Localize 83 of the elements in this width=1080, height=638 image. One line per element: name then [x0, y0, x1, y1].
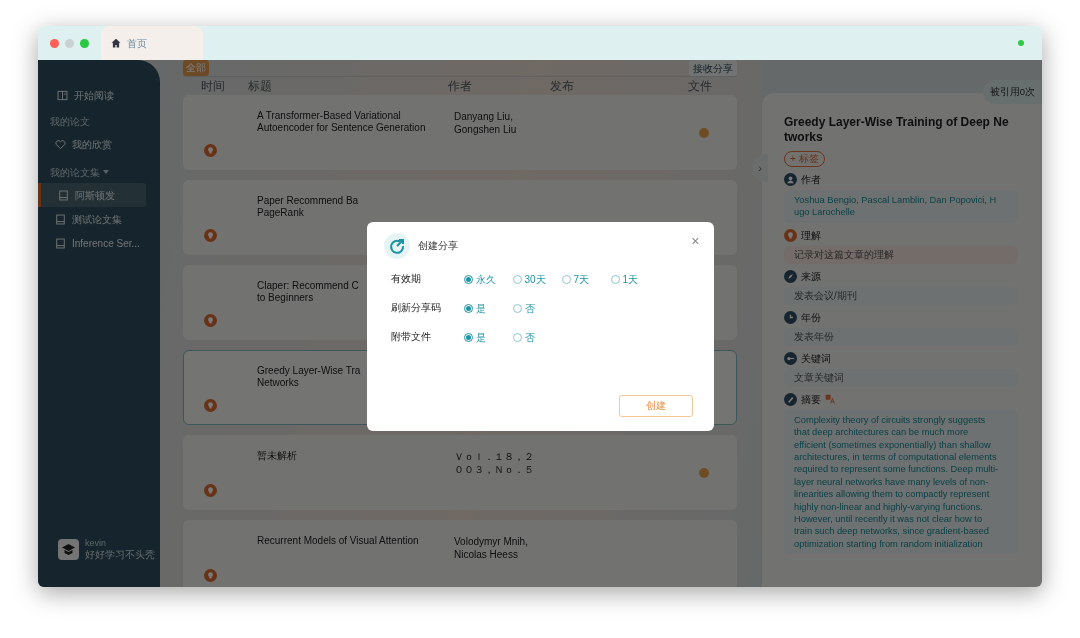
translate-icon[interactable]: [825, 394, 835, 405]
radio-option[interactable]: 否: [512, 301, 562, 316]
lightbulb-icon: [784, 228, 797, 242]
column-header: 作者: [448, 78, 473, 95]
radio-button[interactable]: [512, 333, 522, 342]
radio-option[interactable]: 30天: [512, 272, 562, 287]
sidebar-item[interactable]: 测试论文集: [38, 207, 146, 231]
paper-authors: Danyang Liu, Gongshen Liu: [454, 110, 517, 136]
text-field[interactable]: 发表会议/期刊: [784, 286, 1018, 305]
radio-button[interactable]: [463, 333, 473, 342]
maximize-window-button[interactable]: [80, 38, 89, 48]
dialog-title: 创建分享: [417, 239, 458, 253]
notebook-icon: [55, 213, 66, 225]
field-label: 理解: [801, 228, 821, 243]
receive-share-button[interactable]: 接收分享: [689, 60, 737, 76]
sidebar-item[interactable]: 我的欣赏: [38, 132, 146, 156]
lightbulb-icon[interactable]: [204, 399, 217, 412]
radio-option[interactable]: 否: [512, 330, 562, 345]
paper-card[interactable]: A Transformer-Based Variational Autoencoder for Sentence Generation Danyang Liu, Gongshen Liu: [183, 95, 737, 170]
book-icon: [57, 89, 68, 101]
sidebar-item[interactable]: Inference Ser...: [38, 231, 146, 255]
radio-option[interactable]: 是: [463, 330, 513, 345]
person-icon: [784, 173, 797, 186]
paper-title: Greedy Layer-Wise Training of Deep Ne tworks: [784, 115, 1010, 145]
filter-tag[interactable]: 全部: [183, 60, 209, 76]
lightbulb-icon[interactable]: [204, 144, 217, 157]
sidebar-item[interactable]: 开始阅读: [38, 85, 160, 105]
lightbulb-icon[interactable]: [204, 229, 217, 242]
avatar-icon[interactable]: [58, 538, 79, 560]
column-header: 标题: [248, 78, 273, 95]
column-header: 发布: [550, 78, 575, 95]
column-header: 文件: [688, 78, 712, 95]
compass-icon: [784, 269, 797, 283]
lightbulb-icon[interactable]: [204, 569, 217, 582]
field-label: 关键词: [801, 351, 831, 366]
abstract-text: Complexity theory of circuits strongly suggests that deep architectures can be much more efficient (sometimes exponentially) than shallow architectures, in terms of computational elements required to represent some functions. Deep multi- layer neural networks have many levels of non- linearities allowing them to compactly represent highly non-linear and highly-varying functions. However, until recently it was not clear how to train such deep networks, since gradient-based optimization starting from random initialization: [784, 409, 1018, 555]
option-label: 刷新分享码: [390, 301, 442, 316]
radio-option[interactable]: 永久: [463, 272, 513, 287]
close-window-button[interactable]: [50, 38, 59, 48]
notebook-icon: [55, 237, 66, 249]
minimize-window-button[interactable]: [65, 38, 74, 48]
field-label: 作者: [801, 173, 821, 187]
paper-title: Paper Recommend Ba PageRank: [257, 195, 359, 219]
close-button[interactable]: ×: [691, 233, 700, 248]
radio-button[interactable]: [512, 275, 522, 284]
field-label: 来源: [801, 269, 821, 284]
pin-icon: [784, 392, 797, 406]
citation-count: 被引用0次: [982, 80, 1042, 104]
user-name: kevin: [85, 537, 107, 549]
text-field[interactable]: 文章关键词: [784, 368, 1018, 387]
home-tab[interactable]: 首页: [101, 26, 203, 60]
paper-title: 暂未解析: [257, 450, 297, 462]
author-list: Yoshua Bengio, Pascal Lamblin, Dan Popovici, H ugo Larochelle: [784, 190, 1018, 223]
paper-title: Recurrent Models of Visual Attention: [257, 535, 419, 547]
create-button[interactable]: 创建: [618, 394, 693, 417]
clock-icon: [784, 310, 797, 324]
paper-card[interactable]: Recurrent Models of Visual Attention Volodymyr Mnih, Nicolas Heess: [183, 520, 737, 587]
field-label: 摘要: [801, 392, 821, 407]
home-icon: [111, 38, 121, 48]
paper-title: Greedy Layer-Wise Tra Networks: [257, 365, 361, 389]
option-label: 有效期: [390, 272, 422, 287]
lightbulb-icon[interactable]: [204, 484, 217, 497]
paper-title: A Transformer-Based Variational Autoencoder for Sentence Generation: [257, 110, 426, 134]
lightbulb-icon[interactable]: [204, 314, 217, 327]
paper-title: Claper: Recommend C to Beginners: [257, 280, 359, 304]
share-icon: [383, 232, 410, 259]
heart-icon: [55, 138, 66, 150]
radio-option[interactable]: 1天: [610, 272, 660, 287]
radio-button[interactable]: [463, 304, 473, 313]
radio-button[interactable]: [512, 304, 522, 313]
radio-option[interactable]: 是: [463, 301, 513, 316]
radio-option[interactable]: 7天: [561, 272, 611, 287]
key-icon: [784, 351, 797, 365]
text-field[interactable]: 记录对这篇文章的理解: [784, 245, 1018, 264]
radio-button[interactable]: [561, 275, 571, 284]
text-field[interactable]: 发表年份: [784, 327, 1018, 346]
option-label: 附带文件: [390, 330, 432, 345]
radio-button[interactable]: [610, 275, 620, 284]
caret-icon[interactable]: [103, 170, 109, 174]
column-header: 时间: [200, 78, 226, 95]
paper-authors: Volodymyr Mnih, Nicolas Heess: [454, 535, 528, 561]
field-label: 年份: [801, 310, 821, 325]
radio-button[interactable]: [463, 275, 473, 284]
